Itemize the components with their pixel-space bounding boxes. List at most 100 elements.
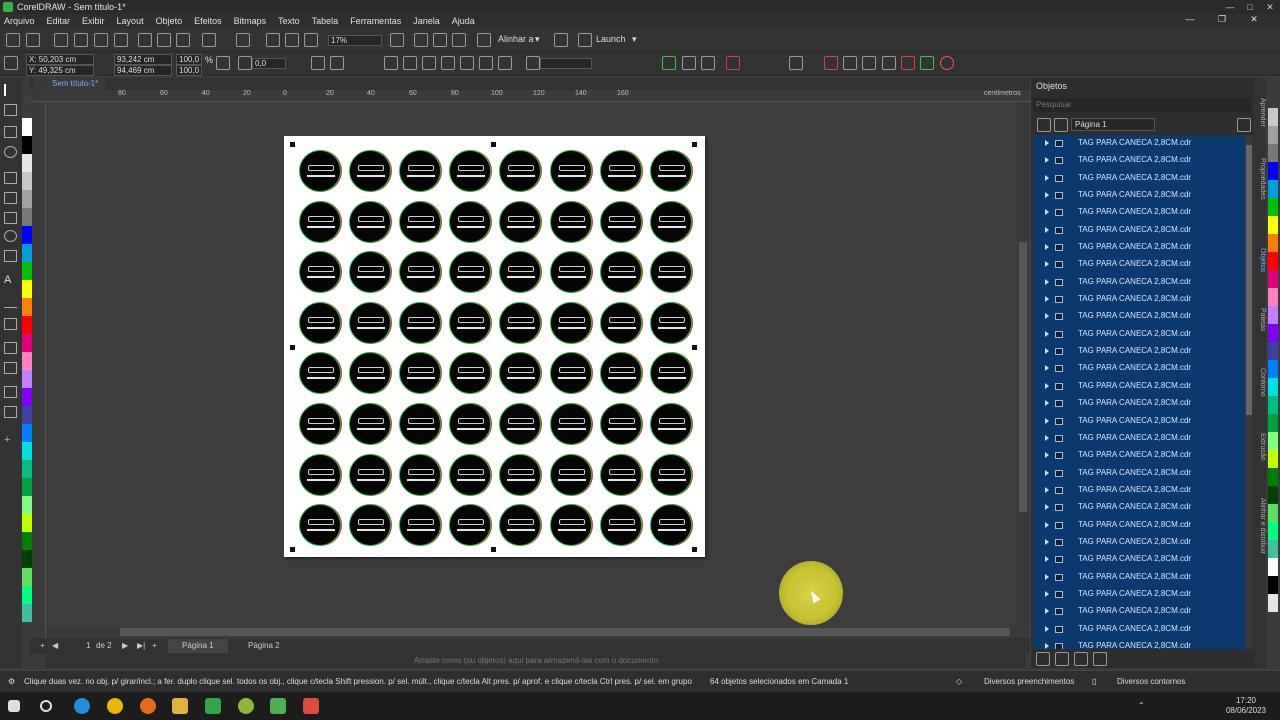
mug-tag-circle[interactable] [399,150,442,192]
object-list-item[interactable]: TAG PARA CANECA 2,8CM.cdr [1033,239,1245,256]
selection-handle[interactable] [692,345,697,350]
edit-icon[interactable] [682,56,696,70]
color-swatch[interactable] [1268,522,1278,540]
mug-tag-circle[interactable] [399,453,442,496]
cut-icon[interactable] [138,33,152,47]
object-list-item[interactable]: TAG PARA CANECA 2,8CM.cdr [1033,465,1245,482]
add-tool-icon[interactable]: + [4,434,17,446]
object-list-item[interactable]: TAG PARA CANECA 2,8CM.cdr [1033,534,1245,551]
color-swatch[interactable] [22,244,32,262]
object-list-item[interactable]: TAG PARA CANECA 2,8CM.cdr [1033,343,1245,360]
color-swatch[interactable] [22,586,32,604]
combine-icon[interactable] [384,56,398,70]
fill-tool-icon[interactable] [4,406,17,418]
object-list-item[interactable]: TAG PARA CANECA 2,8CM.cdr [1033,586,1245,603]
mug-tag-circle[interactable] [649,453,692,496]
mug-tag-circle[interactable] [299,352,341,395]
simplify-icon[interactable] [498,56,512,70]
color-swatch[interactable] [1268,504,1278,522]
color-swatch[interactable] [1268,360,1278,378]
mug-tag-circle[interactable] [499,504,542,547]
color-palette-right[interactable] [1268,108,1278,638]
object-list-item[interactable]: TAG PARA CANECA 2,8CM.cdr [1033,447,1245,464]
mug-tag-circle[interactable] [349,301,392,344]
expand-arrow-icon[interactable] [1045,278,1049,285]
object-list-item[interactable]: TAG PARA CANECA 2,8CM.cdr [1033,326,1245,343]
mug-tag-circle[interactable] [549,251,592,294]
color-swatch[interactable] [1268,108,1278,126]
mug-tag-circle[interactable] [349,403,392,445]
color-swatch[interactable] [22,316,32,334]
menu-arquivo[interactable]: Arquivo [4,16,35,26]
document-tab[interactable]: Sem título-1* [34,78,107,90]
reference-point-icon[interactable] [4,56,18,70]
horizontal-ruler[interactable]: 80 60 40 20 0 20 40 60 80 100 120 140 16… [30,90,1030,102]
mug-tag-circle[interactable] [499,453,542,496]
expand-arrow-icon[interactable] [1045,296,1049,303]
layers-icon[interactable] [1054,118,1068,132]
search-content-icon[interactable] [74,33,88,47]
color-swatch[interactable] [22,370,32,388]
mug-tag-circle[interactable] [649,403,692,445]
mirror-vertical-icon[interactable] [330,56,344,70]
menu-layout[interactable]: Layout [117,16,144,26]
object-list-item[interactable]: TAG PARA CANECA 2,8CM.cdr [1033,360,1245,377]
chevron-down-icon[interactable]: ▾ [632,34,637,45]
color-swatch[interactable] [22,208,32,226]
bottle-plugin-icon[interactable] [882,56,896,70]
chrome-icon[interactable] [107,698,123,714]
expand-arrow-icon[interactable] [1045,625,1049,632]
mug-tag-circle[interactable] [449,301,492,344]
color-swatch[interactable] [22,352,32,370]
horizontal-scroll-thumb[interactable] [120,628,1010,636]
paste-icon[interactable] [176,33,190,47]
menu-bitmaps[interactable]: Bitmaps [234,16,267,26]
color-swatch[interactable] [1268,234,1278,252]
objects-list[interactable]: TAG PARA CANECA 2,8CM.cdr TAG PARA CANECA… [1033,135,1245,649]
page-selector-dropdown[interactable]: Página 1 [1071,118,1155,131]
selection-handle[interactable] [290,142,295,147]
menu-janela[interactable]: Janela [413,16,440,26]
mask-plugin-icon[interactable] [901,56,915,70]
vertical-ruler[interactable] [34,102,46,638]
frame-icon[interactable] [789,56,803,70]
color-swatch[interactable] [1268,576,1278,594]
object-list-item[interactable]: TAG PARA CANECA 2,8CM.cdr [1033,621,1245,638]
mug-tag-circle[interactable] [499,200,542,243]
object-list-item[interactable]: TAG PARA CANECA 2,8CM.cdr [1033,517,1245,534]
expand-arrow-icon[interactable] [1045,486,1049,493]
mug-tag-circle[interactable] [549,150,592,192]
color-swatch[interactable] [1268,558,1278,576]
y-position-field[interactable]: Y: 49,325 cm [26,65,94,76]
color-swatch[interactable] [22,532,32,550]
document-palette-drop-hint[interactable]: Arraste cores (ou objetos) aqui para arm… [46,654,1026,668]
color-swatch[interactable] [22,442,32,460]
mug-tag-circle[interactable] [649,251,692,294]
color-swatch[interactable] [22,406,32,424]
object-list-item[interactable]: TAG PARA CANECA 2,8CM.cdr [1033,430,1245,447]
mug-tag-circle[interactable] [649,504,692,547]
mug-tag-circle[interactable] [649,352,692,395]
print-icon[interactable] [114,33,128,47]
objects-scroll-thumb[interactable] [1246,145,1252,415]
menu-tabela[interactable]: Tabela [312,16,339,26]
mug-tag-circle[interactable] [299,504,341,547]
eyedropper-tool-icon[interactable] [4,386,17,398]
vertical-scroll-thumb[interactable] [1019,242,1027,512]
last-page-icon[interactable]: ▶| [137,641,145,650]
object-list-item[interactable]: TAG PARA CANECA 2,8CM.cdr [1033,152,1245,169]
pick-tool-icon[interactable] [4,84,17,96]
color-palette-left[interactable] [22,118,32,638]
expand-arrow-icon[interactable] [1045,382,1049,389]
color-swatch[interactable] [22,298,32,316]
color-swatch[interactable] [1268,288,1278,306]
mug-tag-circle[interactable] [399,504,442,547]
align-to-dropdown[interactable]: Alinhar a [498,34,534,44]
color-swatch[interactable] [1268,180,1278,198]
doc-minimize-icon[interactable]: — [1180,14,1200,25]
side-tab-aprender[interactable]: Aprender [1254,98,1266,127]
object-list-item[interactable]: TAG PARA CANECA 2,8CM.cdr [1033,551,1245,568]
color-swatch[interactable] [22,136,32,154]
mug-tag-circle[interactable] [349,150,392,192]
mug-tag-circle[interactable] [599,150,642,192]
